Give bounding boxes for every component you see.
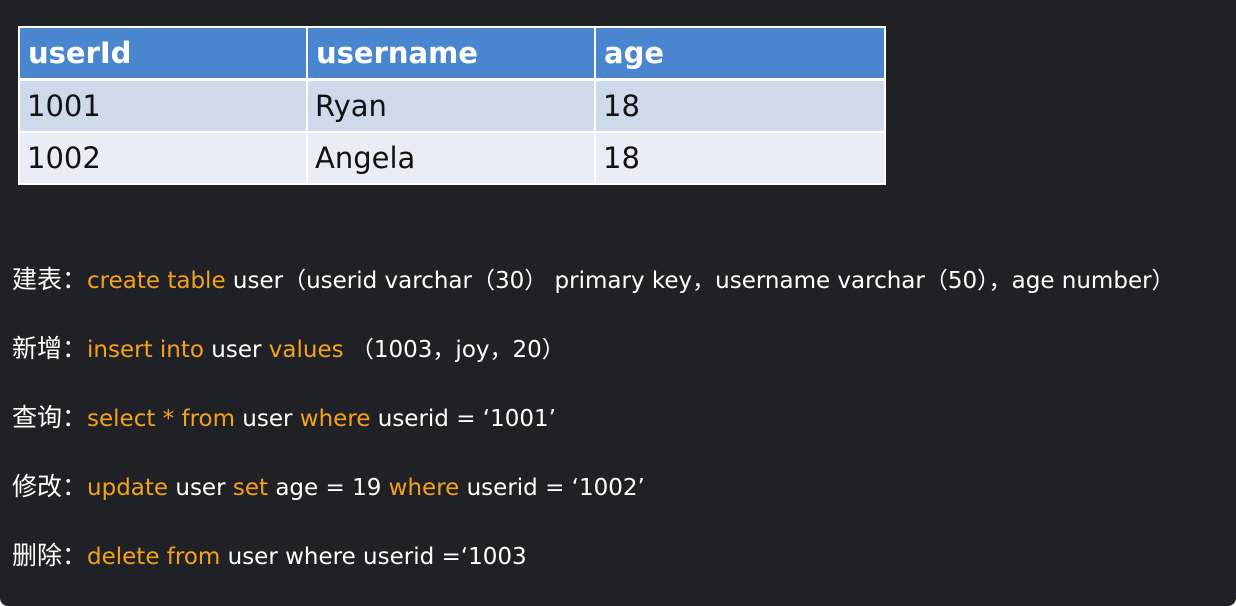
insert-text-2: （1003，joy，20） bbox=[343, 337, 565, 363]
table-row: 1001 Ryan 18 bbox=[18, 78, 886, 133]
create-keyword: create table bbox=[87, 268, 226, 294]
delete-label: 删除： bbox=[12, 541, 88, 570]
sql-update-line: 修改：update user set age = 19 where userid… bbox=[12, 465, 645, 509]
select-text-2: userid = ‘1001’ bbox=[370, 406, 556, 432]
header-username: username bbox=[306, 26, 596, 81]
create-label: 建表： bbox=[12, 265, 88, 294]
cell-userid: 1001 bbox=[18, 78, 308, 133]
table-row: 1002 Angela 18 bbox=[18, 131, 886, 185]
cell-userid: 1002 bbox=[18, 131, 308, 185]
table-header-row: userId username age bbox=[18, 26, 886, 81]
update-label: 修改： bbox=[12, 472, 88, 501]
where-keyword: where bbox=[299, 406, 371, 432]
sql-delete-line: 删除：delete from user where userid =‘1003 bbox=[12, 534, 527, 578]
set-keyword: set bbox=[232, 475, 269, 501]
cell-username: Ryan bbox=[306, 78, 596, 133]
where-keyword: where bbox=[388, 475, 460, 501]
update-text-3: userid = ‘1002’ bbox=[459, 475, 645, 501]
create-text: user（userid varchar（30） primary key，user… bbox=[225, 268, 1175, 294]
delete-keyword: delete from bbox=[87, 544, 221, 570]
sql-insert-line: 新增：insert into user values （1003，joy，20） bbox=[12, 327, 565, 371]
cell-username: Angela bbox=[306, 131, 596, 185]
header-userid: userId bbox=[18, 26, 308, 81]
select-text-1: user bbox=[235, 406, 300, 432]
insert-label: 新增： bbox=[12, 334, 88, 363]
select-label: 查询： bbox=[12, 403, 88, 432]
user-table: userId username age 1001 Ryan 18 1002 An… bbox=[18, 26, 886, 185]
sql-create-line: 建表：create table user（userid varchar（30） … bbox=[12, 258, 1175, 302]
select-keyword: select * from bbox=[87, 406, 235, 432]
insert-text-1: user bbox=[203, 337, 269, 363]
insert-keyword: insert into bbox=[87, 337, 204, 363]
update-keyword: update bbox=[87, 475, 169, 501]
update-text-1: user bbox=[168, 475, 233, 501]
header-age: age bbox=[594, 26, 886, 81]
update-text-2: age = 19 bbox=[268, 475, 389, 501]
values-keyword: values bbox=[268, 337, 344, 363]
delete-text: user where userid =‘1003 bbox=[220, 544, 527, 570]
cell-age: 18 bbox=[594, 131, 886, 185]
cell-age: 18 bbox=[594, 78, 886, 133]
slide-canvas: userId username age 1001 Ryan 18 1002 An… bbox=[0, 0, 1236, 606]
sql-select-line: 查询：select * from user where userid = ‘10… bbox=[12, 396, 556, 440]
